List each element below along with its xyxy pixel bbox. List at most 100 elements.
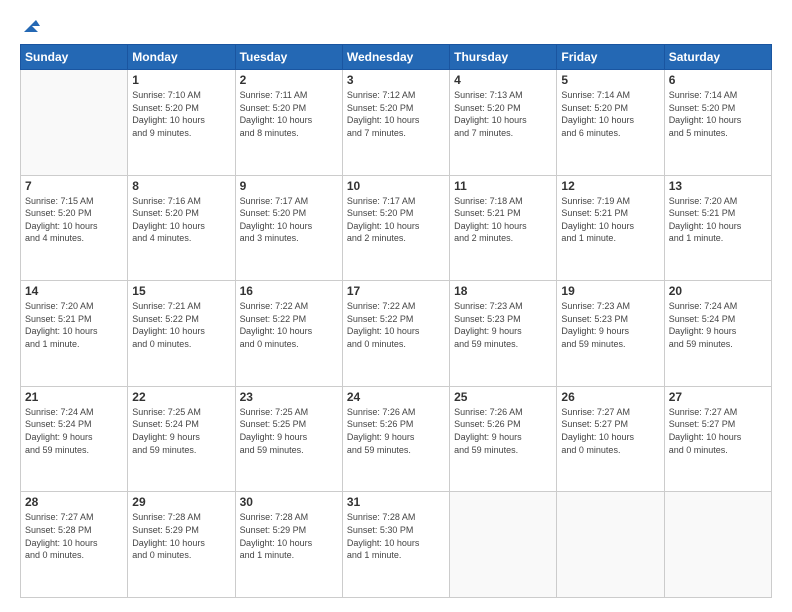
calendar-header-thursday: Thursday bbox=[450, 45, 557, 70]
day-number: 23 bbox=[240, 390, 338, 404]
day-number: 27 bbox=[669, 390, 767, 404]
day-number: 6 bbox=[669, 73, 767, 87]
day-number: 30 bbox=[240, 495, 338, 509]
week-row-4: 28 Sunrise: 7:27 AM Sunset: 5:28 PM Dayli… bbox=[21, 492, 772, 598]
day-number: 29 bbox=[132, 495, 230, 509]
calendar-cell: 7 Sunrise: 7:15 AM Sunset: 5:20 PM Daylig… bbox=[21, 175, 128, 281]
calendar-cell: 19 Sunrise: 7:23 AM Sunset: 5:23 PM Dayli… bbox=[557, 281, 664, 387]
day-info: Sunrise: 7:12 AM Sunset: 5:20 PM Dayligh… bbox=[347, 89, 445, 139]
day-info: Sunrise: 7:28 AM Sunset: 5:29 PM Dayligh… bbox=[240, 511, 338, 561]
day-number: 7 bbox=[25, 179, 123, 193]
calendar-cell: 13 Sunrise: 7:20 AM Sunset: 5:21 PM Dayli… bbox=[664, 175, 771, 281]
day-info: Sunrise: 7:27 AM Sunset: 5:27 PM Dayligh… bbox=[669, 406, 767, 456]
calendar-cell: 6 Sunrise: 7:14 AM Sunset: 5:20 PM Daylig… bbox=[664, 70, 771, 176]
day-number: 11 bbox=[454, 179, 552, 193]
day-info: Sunrise: 7:13 AM Sunset: 5:20 PM Dayligh… bbox=[454, 89, 552, 139]
day-info: Sunrise: 7:28 AM Sunset: 5:30 PM Dayligh… bbox=[347, 511, 445, 561]
calendar-cell: 23 Sunrise: 7:25 AM Sunset: 5:25 PM Dayli… bbox=[235, 386, 342, 492]
calendar-cell: 29Sunrise: 7:28 AM Sunset: 5:29 PM Dayli… bbox=[128, 492, 235, 598]
day-info: Sunrise: 7:14 AM Sunset: 5:20 PM Dayligh… bbox=[669, 89, 767, 139]
calendar-cell: 14Sunrise: 7:20 AM Sunset: 5:21 PM Dayli… bbox=[21, 281, 128, 387]
day-info: Sunrise: 7:25 AM Sunset: 5:25 PM Dayligh… bbox=[240, 406, 338, 456]
day-number: 5 bbox=[561, 73, 659, 87]
day-info: Sunrise: 7:22 AM Sunset: 5:22 PM Dayligh… bbox=[240, 300, 338, 350]
calendar-cell: 9 Sunrise: 7:17 AM Sunset: 5:20 PM Daylig… bbox=[235, 175, 342, 281]
calendar-cell: 10 Sunrise: 7:17 AM Sunset: 5:20 PM Dayli… bbox=[342, 175, 449, 281]
week-row-0: 1 Sunrise: 7:10 AM Sunset: 5:20 PM Daylig… bbox=[21, 70, 772, 176]
header bbox=[20, 18, 772, 34]
day-number: 25 bbox=[454, 390, 552, 404]
calendar-cell: 2 Sunrise: 7:11 AM Sunset: 5:20 PM Daylig… bbox=[235, 70, 342, 176]
week-row-2: 14Sunrise: 7:20 AM Sunset: 5:21 PM Dayli… bbox=[21, 281, 772, 387]
calendar-cell: 18 Sunrise: 7:23 AM Sunset: 5:23 PM Dayli… bbox=[450, 281, 557, 387]
day-info: Sunrise: 7:16 AM Sunset: 5:20 PM Dayligh… bbox=[132, 195, 230, 245]
day-number: 1 bbox=[132, 73, 230, 87]
calendar-header-friday: Friday bbox=[557, 45, 664, 70]
day-number: 15 bbox=[132, 284, 230, 298]
calendar-cell: 8 Sunrise: 7:16 AM Sunset: 5:20 PM Daylig… bbox=[128, 175, 235, 281]
day-number: 9 bbox=[240, 179, 338, 193]
calendar-cell: 1 Sunrise: 7:10 AM Sunset: 5:20 PM Daylig… bbox=[128, 70, 235, 176]
day-info: Sunrise: 7:27 AM Sunset: 5:27 PM Dayligh… bbox=[561, 406, 659, 456]
day-info: Sunrise: 7:17 AM Sunset: 5:20 PM Dayligh… bbox=[347, 195, 445, 245]
day-number: 18 bbox=[454, 284, 552, 298]
calendar-cell: 17 Sunrise: 7:22 AM Sunset: 5:22 PM Dayli… bbox=[342, 281, 449, 387]
day-number: 28 bbox=[25, 495, 123, 509]
day-info: Sunrise: 7:11 AM Sunset: 5:20 PM Dayligh… bbox=[240, 89, 338, 139]
day-number: 8 bbox=[132, 179, 230, 193]
calendar-header-row: SundayMondayTuesdayWednesdayThursdayFrid… bbox=[21, 45, 772, 70]
day-number: 4 bbox=[454, 73, 552, 87]
day-number: 13 bbox=[669, 179, 767, 193]
calendar-cell bbox=[557, 492, 664, 598]
day-info: Sunrise: 7:27 AM Sunset: 5:28 PM Dayligh… bbox=[25, 511, 123, 561]
calendar-header-monday: Monday bbox=[128, 45, 235, 70]
day-info: Sunrise: 7:24 AM Sunset: 5:24 PM Dayligh… bbox=[669, 300, 767, 350]
day-info: Sunrise: 7:19 AM Sunset: 5:21 PM Dayligh… bbox=[561, 195, 659, 245]
calendar-cell: 30 Sunrise: 7:28 AM Sunset: 5:29 PM Dayli… bbox=[235, 492, 342, 598]
calendar-table: SundayMondayTuesdayWednesdayThursdayFrid… bbox=[20, 44, 772, 598]
day-info: Sunrise: 7:17 AM Sunset: 5:20 PM Dayligh… bbox=[240, 195, 338, 245]
day-info: Sunrise: 7:20 AM Sunset: 5:21 PM Dayligh… bbox=[669, 195, 767, 245]
day-info: Sunrise: 7:26 AM Sunset: 5:26 PM Dayligh… bbox=[347, 406, 445, 456]
day-number: 24 bbox=[347, 390, 445, 404]
day-info: Sunrise: 7:25 AM Sunset: 5:24 PM Dayligh… bbox=[132, 406, 230, 456]
day-number: 2 bbox=[240, 73, 338, 87]
day-number: 31 bbox=[347, 495, 445, 509]
calendar-cell: 31 Sunrise: 7:28 AM Sunset: 5:30 PM Dayli… bbox=[342, 492, 449, 598]
day-number: 17 bbox=[347, 284, 445, 298]
day-number: 19 bbox=[561, 284, 659, 298]
calendar-header-sunday: Sunday bbox=[21, 45, 128, 70]
calendar-cell: 15 Sunrise: 7:21 AM Sunset: 5:22 PM Dayli… bbox=[128, 281, 235, 387]
day-info: Sunrise: 7:15 AM Sunset: 5:20 PM Dayligh… bbox=[25, 195, 123, 245]
day-info: Sunrise: 7:22 AM Sunset: 5:22 PM Dayligh… bbox=[347, 300, 445, 350]
day-info: Sunrise: 7:23 AM Sunset: 5:23 PM Dayligh… bbox=[454, 300, 552, 350]
calendar-cell bbox=[450, 492, 557, 598]
calendar-cell bbox=[664, 492, 771, 598]
calendar-cell: 26 Sunrise: 7:27 AM Sunset: 5:27 PM Dayli… bbox=[557, 386, 664, 492]
day-number: 12 bbox=[561, 179, 659, 193]
calendar-cell: 16 Sunrise: 7:22 AM Sunset: 5:22 PM Dayli… bbox=[235, 281, 342, 387]
calendar-cell: 25 Sunrise: 7:26 AM Sunset: 5:26 PM Dayli… bbox=[450, 386, 557, 492]
day-number: 16 bbox=[240, 284, 338, 298]
day-info: Sunrise: 7:18 AM Sunset: 5:21 PM Dayligh… bbox=[454, 195, 552, 245]
calendar-cell: 28 Sunrise: 7:27 AM Sunset: 5:28 PM Dayli… bbox=[21, 492, 128, 598]
day-info: Sunrise: 7:26 AM Sunset: 5:26 PM Dayligh… bbox=[454, 406, 552, 456]
day-number: 10 bbox=[347, 179, 445, 193]
day-info: Sunrise: 7:24 AM Sunset: 5:24 PM Dayligh… bbox=[25, 406, 123, 456]
week-row-1: 7 Sunrise: 7:15 AM Sunset: 5:20 PM Daylig… bbox=[21, 175, 772, 281]
day-number: 26 bbox=[561, 390, 659, 404]
day-number: 22 bbox=[132, 390, 230, 404]
page: SundayMondayTuesdayWednesdayThursdayFrid… bbox=[0, 0, 792, 612]
logo bbox=[20, 18, 40, 34]
day-info: Sunrise: 7:21 AM Sunset: 5:22 PM Dayligh… bbox=[132, 300, 230, 350]
calendar-cell: 3 Sunrise: 7:12 AM Sunset: 5:20 PM Daylig… bbox=[342, 70, 449, 176]
calendar-cell: 20Sunrise: 7:24 AM Sunset: 5:24 PM Dayli… bbox=[664, 281, 771, 387]
day-info: Sunrise: 7:10 AM Sunset: 5:20 PM Dayligh… bbox=[132, 89, 230, 139]
day-number: 3 bbox=[347, 73, 445, 87]
day-info: Sunrise: 7:23 AM Sunset: 5:23 PM Dayligh… bbox=[561, 300, 659, 350]
logo-bird-icon bbox=[22, 18, 40, 34]
calendar-cell: 12 Sunrise: 7:19 AM Sunset: 5:21 PM Dayli… bbox=[557, 175, 664, 281]
calendar-header-tuesday: Tuesday bbox=[235, 45, 342, 70]
calendar-cell: 11 Sunrise: 7:18 AM Sunset: 5:21 PM Dayli… bbox=[450, 175, 557, 281]
calendar-header-wednesday: Wednesday bbox=[342, 45, 449, 70]
